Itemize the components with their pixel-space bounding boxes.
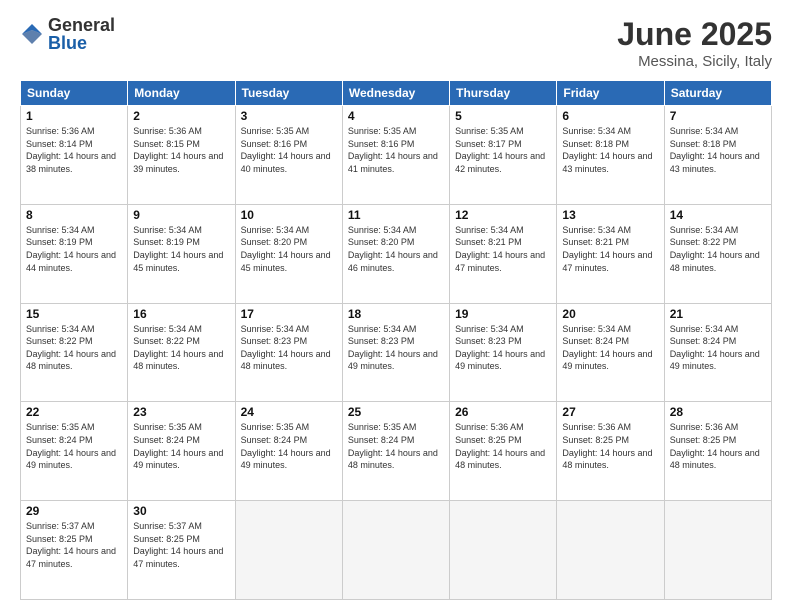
calendar-cell-20: 20Sunrise: 5:34 AMSunset: 8:24 PMDayligh…	[557, 303, 664, 402]
calendar-cell-empty	[450, 501, 557, 600]
calendar-cell-22: 22Sunrise: 5:35 AMSunset: 8:24 PMDayligh…	[21, 402, 128, 501]
calendar-cell-10: 10Sunrise: 5:34 AMSunset: 8:20 PMDayligh…	[235, 204, 342, 303]
calendar-row-4: 22Sunrise: 5:35 AMSunset: 8:24 PMDayligh…	[21, 402, 772, 501]
calendar-cell-2: 2Sunrise: 5:36 AMSunset: 8:15 PMDaylight…	[128, 106, 235, 205]
calendar-cell-9: 9Sunrise: 5:34 AMSunset: 8:19 PMDaylight…	[128, 204, 235, 303]
title-section: June 2025 Messina, Sicily, Italy	[617, 16, 772, 70]
calendar-cell-18: 18Sunrise: 5:34 AMSunset: 8:23 PMDayligh…	[342, 303, 449, 402]
logo: General Blue	[20, 16, 115, 52]
calendar-cell-27: 27Sunrise: 5:36 AMSunset: 8:25 PMDayligh…	[557, 402, 664, 501]
calendar-cell-1: 1Sunrise: 5:36 AMSunset: 8:14 PMDaylight…	[21, 106, 128, 205]
calendar-cell-3: 3Sunrise: 5:35 AMSunset: 8:16 PMDaylight…	[235, 106, 342, 205]
calendar-cell-24: 24Sunrise: 5:35 AMSunset: 8:24 PMDayligh…	[235, 402, 342, 501]
calendar-header-row: Sunday Monday Tuesday Wednesday Thursday…	[21, 81, 772, 106]
calendar-cell-17: 17Sunrise: 5:34 AMSunset: 8:23 PMDayligh…	[235, 303, 342, 402]
calendar-row-3: 15Sunrise: 5:34 AMSunset: 8:22 PMDayligh…	[21, 303, 772, 402]
col-monday: Monday	[128, 81, 235, 106]
col-saturday: Saturday	[664, 81, 771, 106]
month-year: June 2025	[617, 16, 772, 53]
calendar-cell-8: 8Sunrise: 5:34 AMSunset: 8:19 PMDaylight…	[21, 204, 128, 303]
logo-general: General	[48, 16, 115, 34]
calendar-cell-21: 21Sunrise: 5:34 AMSunset: 8:24 PMDayligh…	[664, 303, 771, 402]
calendar-cell-7: 7Sunrise: 5:34 AMSunset: 8:18 PMDaylight…	[664, 106, 771, 205]
logo-text: General Blue	[48, 16, 115, 52]
calendar-cell-empty	[235, 501, 342, 600]
calendar-cell-empty	[342, 501, 449, 600]
calendar-cell-14: 14Sunrise: 5:34 AMSunset: 8:22 PMDayligh…	[664, 204, 771, 303]
calendar-cell-empty	[557, 501, 664, 600]
calendar-cell-6: 6Sunrise: 5:34 AMSunset: 8:18 PMDaylight…	[557, 106, 664, 205]
calendar-cell-13: 13Sunrise: 5:34 AMSunset: 8:21 PMDayligh…	[557, 204, 664, 303]
calendar-cell-12: 12Sunrise: 5:34 AMSunset: 8:21 PMDayligh…	[450, 204, 557, 303]
col-sunday: Sunday	[21, 81, 128, 106]
calendar-cell-15: 15Sunrise: 5:34 AMSunset: 8:22 PMDayligh…	[21, 303, 128, 402]
header: General Blue June 2025 Messina, Sicily, …	[20, 16, 772, 70]
location: Messina, Sicily, Italy	[617, 53, 772, 70]
col-tuesday: Tuesday	[235, 81, 342, 106]
calendar-cell-26: 26Sunrise: 5:36 AMSunset: 8:25 PMDayligh…	[450, 402, 557, 501]
logo-icon	[20, 22, 44, 46]
col-thursday: Thursday	[450, 81, 557, 106]
calendar-cell-25: 25Sunrise: 5:35 AMSunset: 8:24 PMDayligh…	[342, 402, 449, 501]
calendar-cell-19: 19Sunrise: 5:34 AMSunset: 8:23 PMDayligh…	[450, 303, 557, 402]
calendar-row-2: 8Sunrise: 5:34 AMSunset: 8:19 PMDaylight…	[21, 204, 772, 303]
page-container: General Blue June 2025 Messina, Sicily, …	[0, 0, 792, 612]
calendar-cell-empty	[664, 501, 771, 600]
calendar-row-1: 1Sunrise: 5:36 AMSunset: 8:14 PMDaylight…	[21, 106, 772, 205]
calendar-cell-5: 5Sunrise: 5:35 AMSunset: 8:17 PMDaylight…	[450, 106, 557, 205]
calendar-cell-4: 4Sunrise: 5:35 AMSunset: 8:16 PMDaylight…	[342, 106, 449, 205]
calendar-cell-30: 30Sunrise: 5:37 AMSunset: 8:25 PMDayligh…	[128, 501, 235, 600]
calendar: Sunday Monday Tuesday Wednesday Thursday…	[20, 80, 772, 600]
col-friday: Friday	[557, 81, 664, 106]
calendar-cell-28: 28Sunrise: 5:36 AMSunset: 8:25 PMDayligh…	[664, 402, 771, 501]
calendar-cell-23: 23Sunrise: 5:35 AMSunset: 8:24 PMDayligh…	[128, 402, 235, 501]
logo-blue: Blue	[48, 34, 115, 52]
calendar-cell-11: 11Sunrise: 5:34 AMSunset: 8:20 PMDayligh…	[342, 204, 449, 303]
calendar-cell-16: 16Sunrise: 5:34 AMSunset: 8:22 PMDayligh…	[128, 303, 235, 402]
calendar-row-5: 29Sunrise: 5:37 AMSunset: 8:25 PMDayligh…	[21, 501, 772, 600]
calendar-cell-29: 29Sunrise: 5:37 AMSunset: 8:25 PMDayligh…	[21, 501, 128, 600]
col-wednesday: Wednesday	[342, 81, 449, 106]
